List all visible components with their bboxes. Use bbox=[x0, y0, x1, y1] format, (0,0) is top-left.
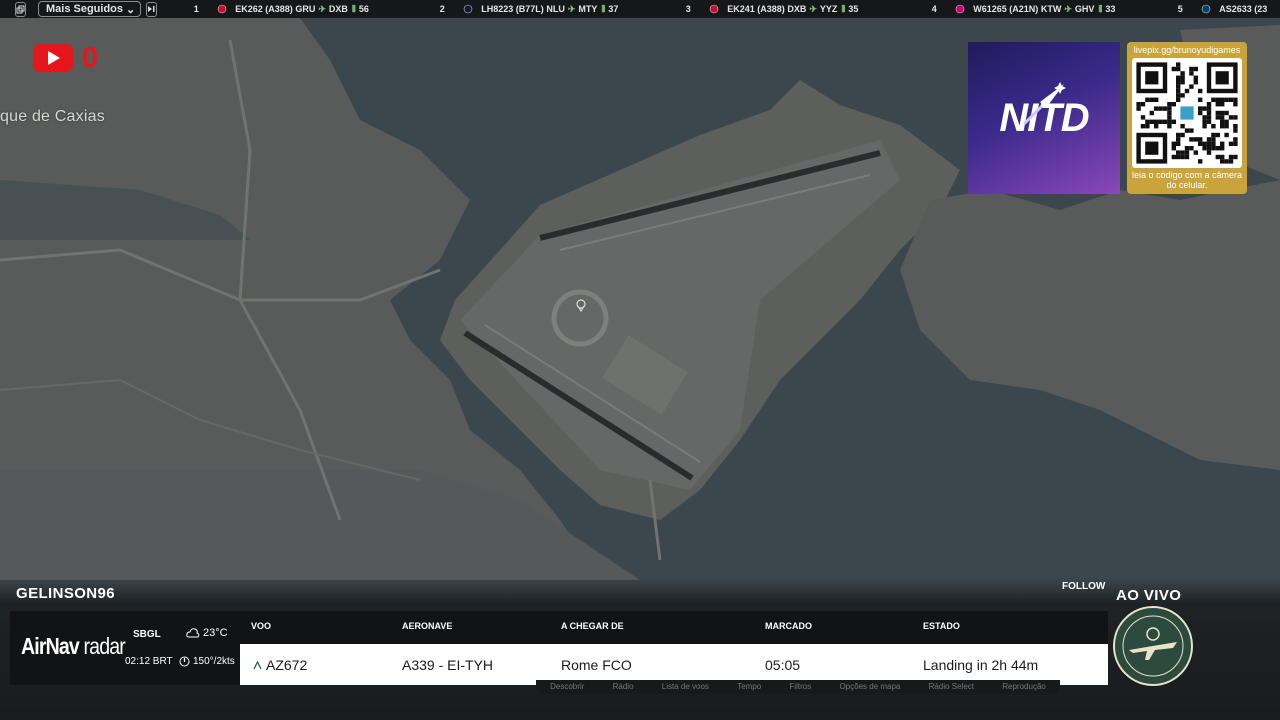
ticker-to: GHV bbox=[1074, 4, 1095, 14]
ticker-aircraft: (23 bbox=[1254, 4, 1268, 14]
followers-icon: ⦀ bbox=[351, 3, 356, 14]
sponsor-logo: NITD bbox=[968, 42, 1120, 194]
followers-icon: ⦀ bbox=[601, 3, 606, 14]
header-status: ESTADO bbox=[923, 621, 960, 631]
app-bottom-nav: Descobrir Rádio Lista de voos Tempo Filtros O… bbox=[536, 680, 1060, 694]
origin-airport: Rome FCO bbox=[561, 657, 632, 673]
ticker-count: 33 bbox=[1105, 4, 1116, 14]
bottom-nav-item[interactable]: Lista de voos bbox=[662, 680, 709, 691]
chevron-down-icon: ⌄ bbox=[126, 3, 136, 16]
followers-icon: ⦀ bbox=[841, 3, 846, 14]
header-aircraft: AERONAVE bbox=[402, 621, 453, 631]
airline-logo-icon bbox=[955, 4, 965, 14]
cloud-icon bbox=[186, 628, 200, 638]
ticker-rank: 2 bbox=[439, 4, 445, 14]
live-label: AO VIVO bbox=[1116, 587, 1182, 604]
ranking-filter-label: Mais Seguidos bbox=[46, 3, 124, 15]
qr-caption: leia o código com a câmera do celular. bbox=[1131, 170, 1243, 190]
skip-next-icon[interactable] bbox=[146, 1, 158, 17]
airnav-radar-logo: AirNav radar bbox=[21, 633, 126, 659]
ticker-callsign: LH8223 bbox=[481, 4, 514, 14]
ticker-to: MTY bbox=[578, 4, 598, 14]
bottom-nav-item[interactable]: Opções de mapa bbox=[839, 680, 900, 691]
ticker-aircraft: (A388) bbox=[757, 4, 785, 14]
aircraft-registration: A339 - EI-TYH bbox=[402, 657, 494, 673]
ticker-callsign: EK241 bbox=[727, 4, 755, 14]
ticker-aircraft: (A21N) bbox=[1009, 4, 1039, 14]
bottom-nav-item[interactable]: Filtros bbox=[789, 680, 811, 691]
viewer-count: 0 bbox=[82, 42, 99, 74]
followed-flights-ticker: 1 EK262 (A388) GRU ✈ DXB ⦀ 56 2 LH8223 (B77L) N… bbox=[167, 4, 1280, 15]
flight-number: AZ672 bbox=[266, 657, 308, 673]
ticker-rank: 1 bbox=[193, 4, 199, 14]
ticker-count: 56 bbox=[358, 4, 369, 14]
ticker-rank: 5 bbox=[1177, 4, 1183, 14]
header-flight: VOO bbox=[251, 621, 272, 631]
plane-icon: ✈ bbox=[1064, 3, 1072, 14]
ticker-flight-item[interactable]: 3 EK241 (A388) DXB ✈ YYZ ⦀ 35 bbox=[659, 4, 905, 15]
ticker-flight-item[interactable]: 1 EK262 (A388) GRU ✈ DXB ⦀ 56 bbox=[167, 4, 413, 15]
ticker-rank: 3 bbox=[685, 4, 691, 14]
wind-value: 150°/2kts bbox=[193, 656, 235, 667]
bottom-nav-item[interactable]: Descobrir bbox=[550, 680, 584, 691]
plane-icon: ✈ bbox=[809, 3, 817, 14]
wind: 150°/2kts bbox=[179, 656, 235, 667]
qr-code bbox=[1132, 58, 1242, 168]
airline-logo-icon bbox=[463, 4, 473, 14]
map-place-label: que de Caxias bbox=[0, 108, 105, 125]
streamer-username: GELINSON96 bbox=[16, 585, 116, 602]
ticker-flight-item[interactable]: 4 W61265 (A21N) KTW ✈ GHV ⦀ 33 bbox=[905, 4, 1151, 15]
bottom-nav-item[interactable]: Rádio bbox=[613, 680, 634, 691]
ticker-callsign: EK262 bbox=[235, 4, 263, 14]
rocket-icon bbox=[1022, 82, 1066, 126]
ticker-flight-item[interactable]: 5 AS2633 (23 bbox=[1151, 4, 1280, 14]
airline-logo-icon bbox=[253, 660, 262, 669]
flight-cell: AZ672 bbox=[253, 657, 307, 673]
scheduled-time: 05:05 bbox=[765, 657, 801, 673]
temperature: 23°C bbox=[186, 627, 228, 639]
ticker-callsign: AS2633 bbox=[1219, 4, 1252, 14]
layers-icon[interactable] bbox=[15, 1, 26, 17]
ticker-from: KTW bbox=[1040, 4, 1062, 14]
temperature-value: 23°C bbox=[203, 627, 228, 639]
qr-url: livepix.gg/brunoyudigames bbox=[1133, 45, 1241, 55]
airline-logo-icon bbox=[217, 4, 227, 14]
bottom-nav-item[interactable]: Reprodução bbox=[1002, 680, 1046, 691]
ticker-aircraft: (A388) bbox=[265, 4, 293, 14]
airline-logo-icon bbox=[1201, 4, 1211, 14]
channel-badge-logo bbox=[1113, 606, 1193, 686]
ticker-from: GRU bbox=[295, 4, 316, 14]
arrivals-header-row bbox=[240, 611, 1108, 644]
ticker-to: DXB bbox=[328, 4, 348, 14]
ticker-aircraft: (B77L) bbox=[515, 4, 544, 14]
flight-status: Landing in 2h 44m bbox=[923, 657, 1039, 673]
ticker-from: NLU bbox=[546, 4, 565, 14]
ranking-filter-select[interactable]: Mais Seguidos ⌄ bbox=[38, 1, 142, 17]
ticker-flight-item[interactable]: 2 LH8223 (B77L) NLU ✈ MTY ⦀ 37 bbox=[413, 4, 659, 15]
youtube-icon bbox=[33, 44, 73, 72]
local-time: 02:12 BRT bbox=[125, 656, 173, 667]
ticker-to: YYZ bbox=[819, 4, 838, 14]
top-ticker-bar: Mais Seguidos ⌄ 1 EK262 (A388) GRU ✈ DXB ⦀ 56… bbox=[0, 0, 1280, 18]
bottom-nav-item[interactable]: Rádio Select bbox=[929, 680, 974, 691]
ticker-count: 37 bbox=[608, 4, 619, 14]
plane-icon: ✈ bbox=[567, 3, 576, 14]
wind-compass-icon bbox=[179, 656, 190, 667]
ticker-rank: 4 bbox=[931, 4, 937, 14]
bottom-nav-item[interactable]: Tempo bbox=[737, 680, 761, 691]
donation-qr-card[interactable]: livepix.gg/brunoyudigames leia o código … bbox=[1127, 42, 1247, 194]
header-scheduled: MARCADO bbox=[765, 621, 812, 631]
ticker-from: DXB bbox=[787, 4, 807, 14]
header-origin: A CHEGAR DE bbox=[561, 621, 624, 631]
followers-icon: ⦀ bbox=[1098, 3, 1103, 14]
plane-icon: ✈ bbox=[318, 3, 326, 14]
ticker-count: 35 bbox=[848, 4, 859, 14]
follow-button[interactable]: FOLLOW bbox=[1062, 581, 1105, 592]
airline-logo-icon bbox=[709, 4, 719, 14]
airport-code: SBGL bbox=[133, 629, 161, 640]
ticker-callsign: W61265 bbox=[973, 4, 1007, 14]
